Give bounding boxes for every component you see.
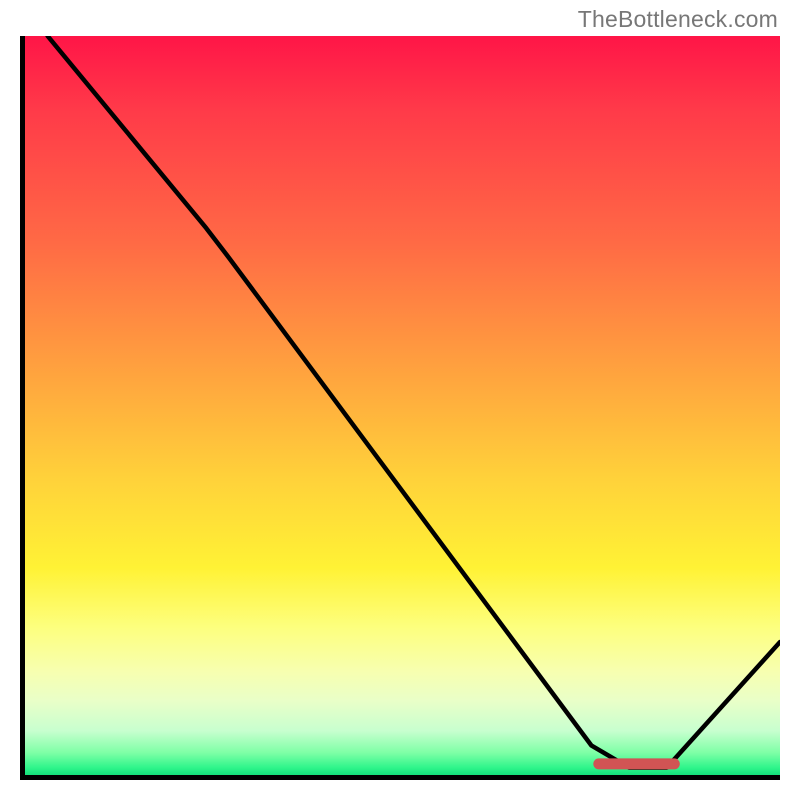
chart-container: TheBottleneck.com [0, 0, 800, 800]
watermark-text: TheBottleneck.com [578, 6, 778, 33]
chart-overlay [25, 36, 780, 775]
bottleneck-curve [48, 36, 780, 768]
plot-area [20, 36, 780, 780]
